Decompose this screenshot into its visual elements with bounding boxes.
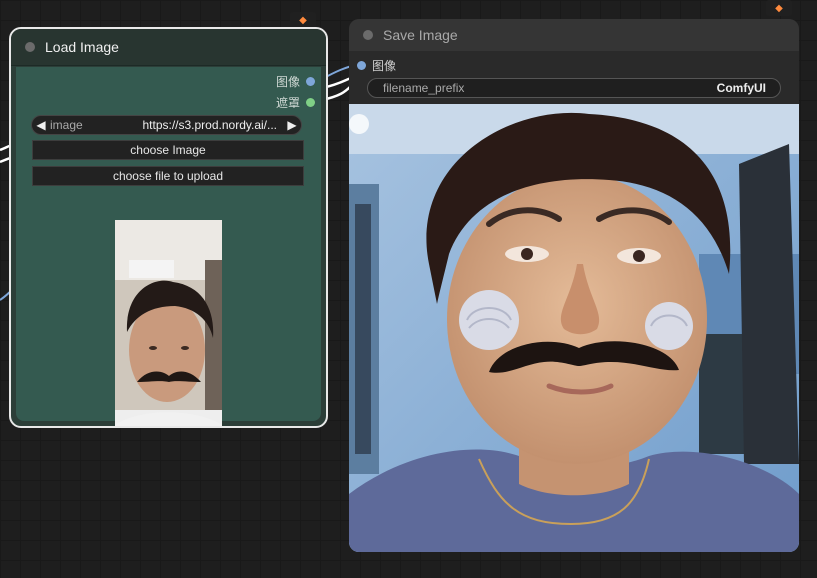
fox-icon: ◆ <box>290 12 316 28</box>
load-image-body: 图像 遮罩 ◀ image https://s3.prod.nordy.ai/.… <box>16 67 321 426</box>
widget-name: filename_prefix <box>383 81 465 95</box>
output-label: 遮罩 <box>275 96 300 110</box>
image-preview <box>115 220 222 426</box>
output-label: 图像 <box>275 75 300 89</box>
output-socket[interactable] <box>306 98 315 107</box>
node-title: Save Image <box>383 27 458 43</box>
save-image-node[interactable]: Save Image 图像 filename_prefix ComfyUI <box>349 19 799 552</box>
output-mask[interactable]: 遮罩 <box>276 94 315 111</box>
output-image-preview <box>349 104 799 552</box>
widget-name: image <box>50 118 83 132</box>
arrow-left-icon[interactable]: ◀ <box>32 118 50 132</box>
widget-value: ComfyUI <box>716 81 766 95</box>
load-image-title-bar[interactable]: Load Image <box>11 29 326 66</box>
collapse-dot[interactable] <box>25 42 35 52</box>
input-image[interactable]: 图像 <box>357 57 396 74</box>
input-socket[interactable] <box>357 61 366 70</box>
image-combo-widget[interactable]: ◀ image https://s3.prod.nordy.ai/... ▶ <box>31 115 302 135</box>
fox-icon: ◆ <box>766 0 792 16</box>
widget-value: https://s3.prod.nordy.ai/... <box>142 118 277 132</box>
output-image[interactable]: 图像 <box>276 73 315 90</box>
save-image-title-bar[interactable]: Save Image <box>349 19 799 51</box>
collapse-dot[interactable] <box>363 30 373 40</box>
node-title: Load Image <box>45 39 119 55</box>
filename-prefix-widget[interactable]: filename_prefix ComfyUI <box>367 78 781 98</box>
load-image-node[interactable]: Load Image 图像 遮罩 ◀ image https://s3.prod… <box>9 27 328 428</box>
choose-image-button[interactable]: choose Image <box>32 140 304 160</box>
output-socket[interactable] <box>306 77 315 86</box>
input-label: 图像 <box>372 59 397 73</box>
choose-file-button[interactable]: choose file to upload <box>32 166 304 186</box>
arrow-right-icon[interactable]: ▶ <box>283 118 301 132</box>
